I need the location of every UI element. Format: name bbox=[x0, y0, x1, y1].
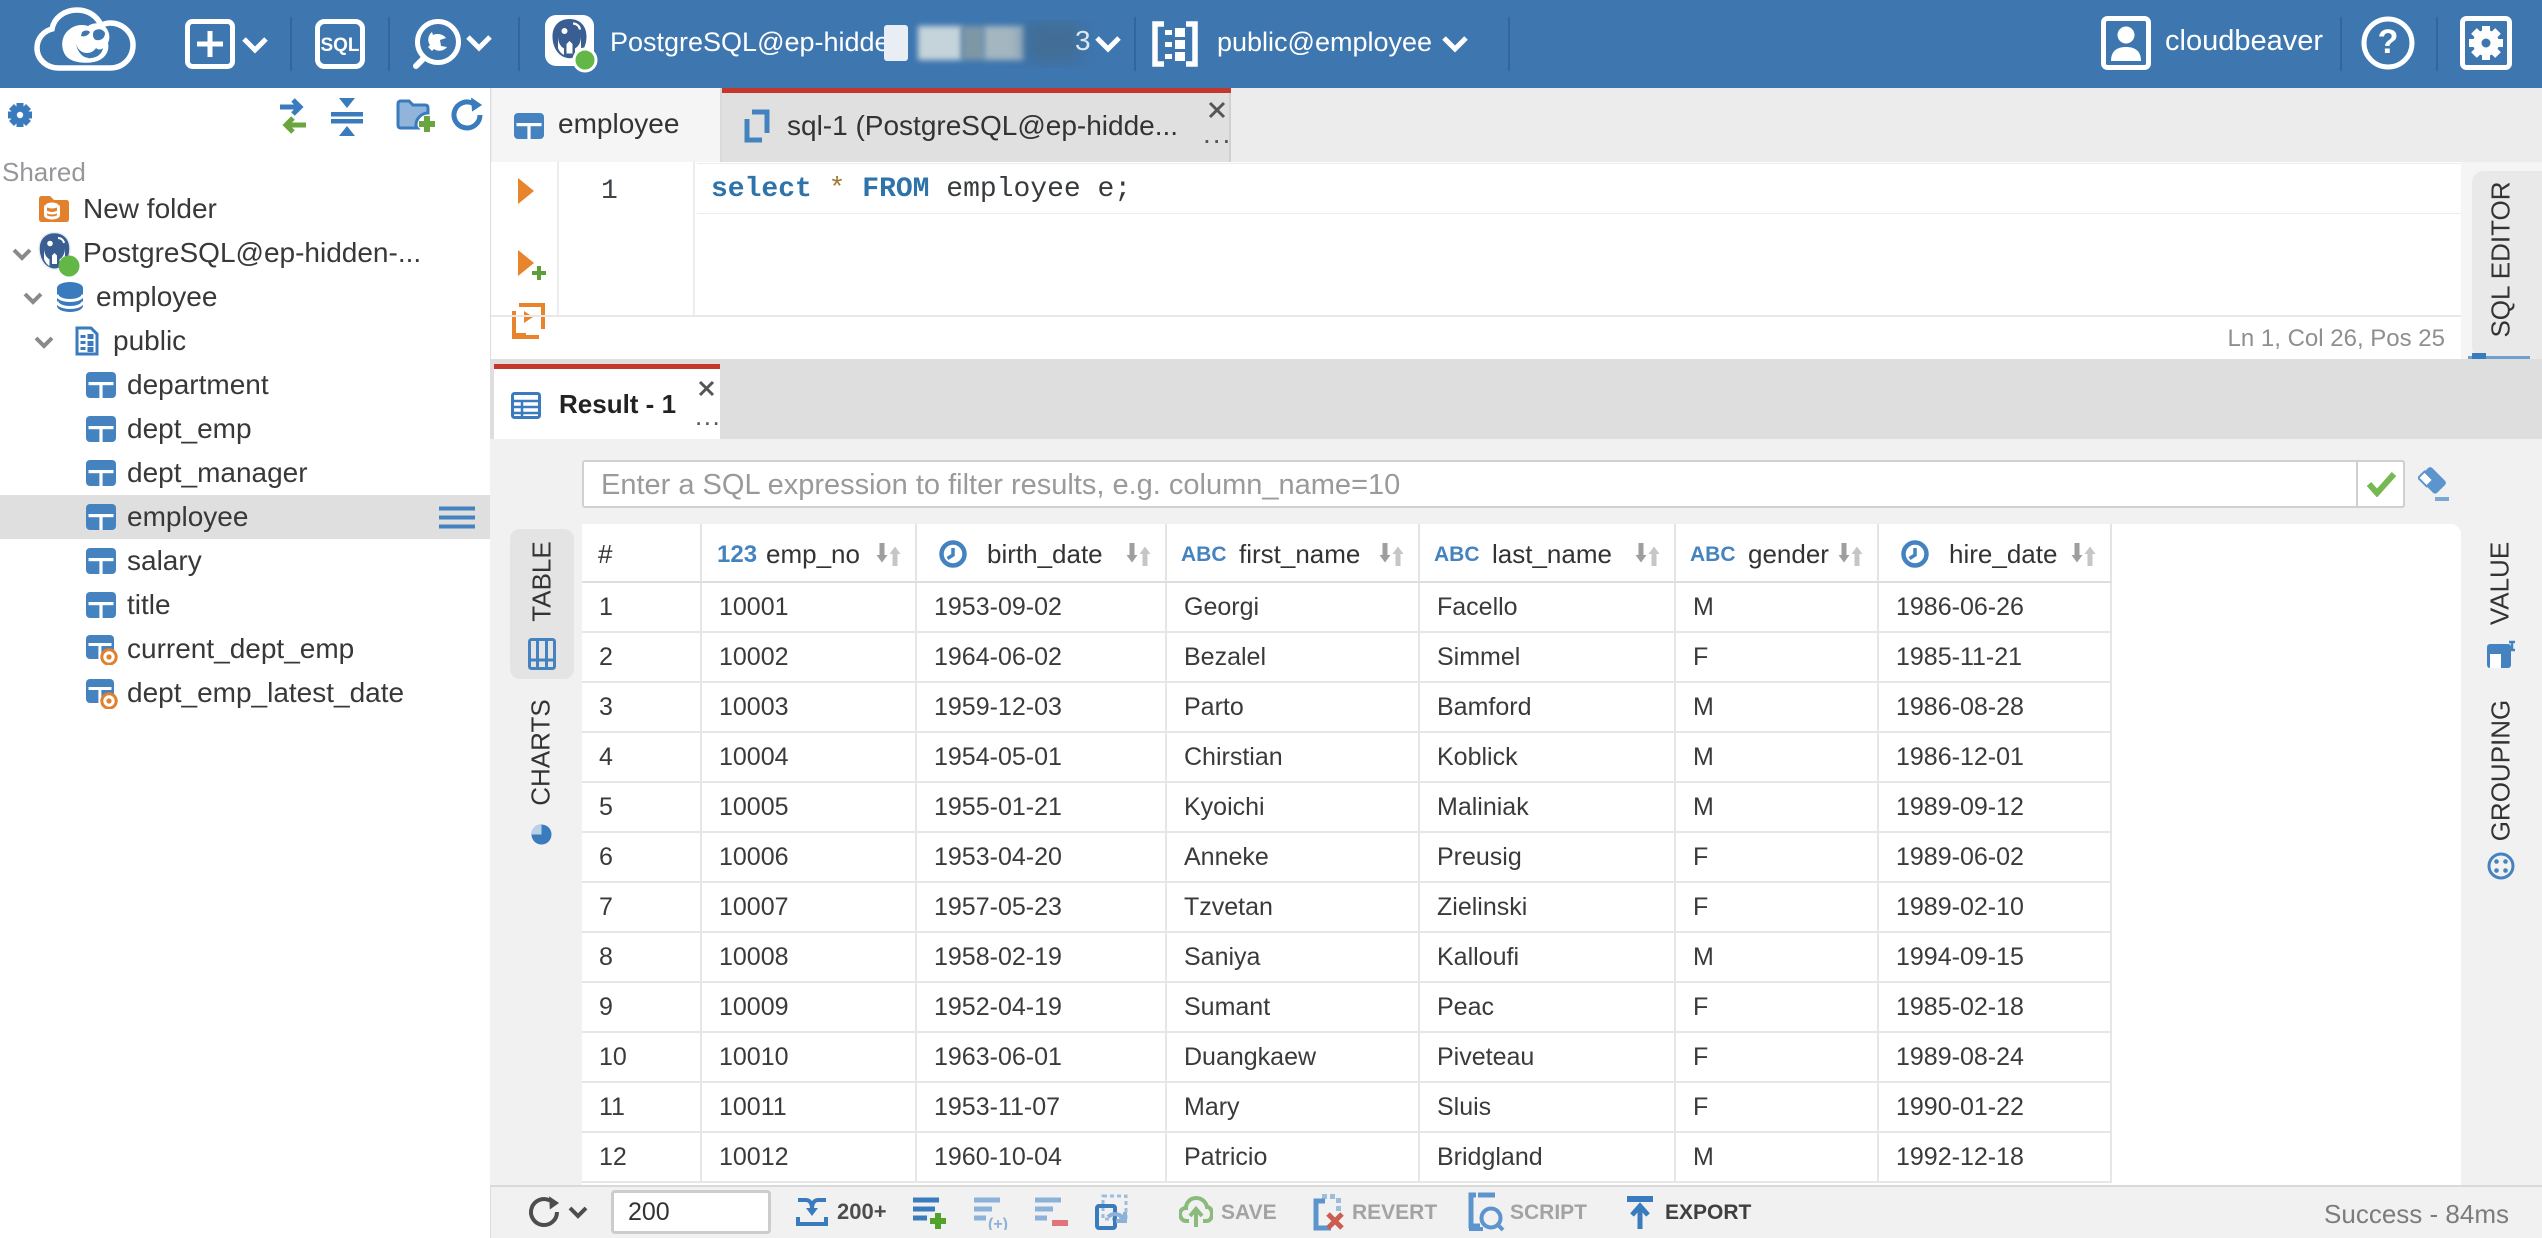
svg-text:SQL: SQL bbox=[320, 35, 359, 56]
svg-text:(+): (+) bbox=[988, 1216, 1008, 1230]
svg-text:?: ? bbox=[2378, 23, 2399, 61]
